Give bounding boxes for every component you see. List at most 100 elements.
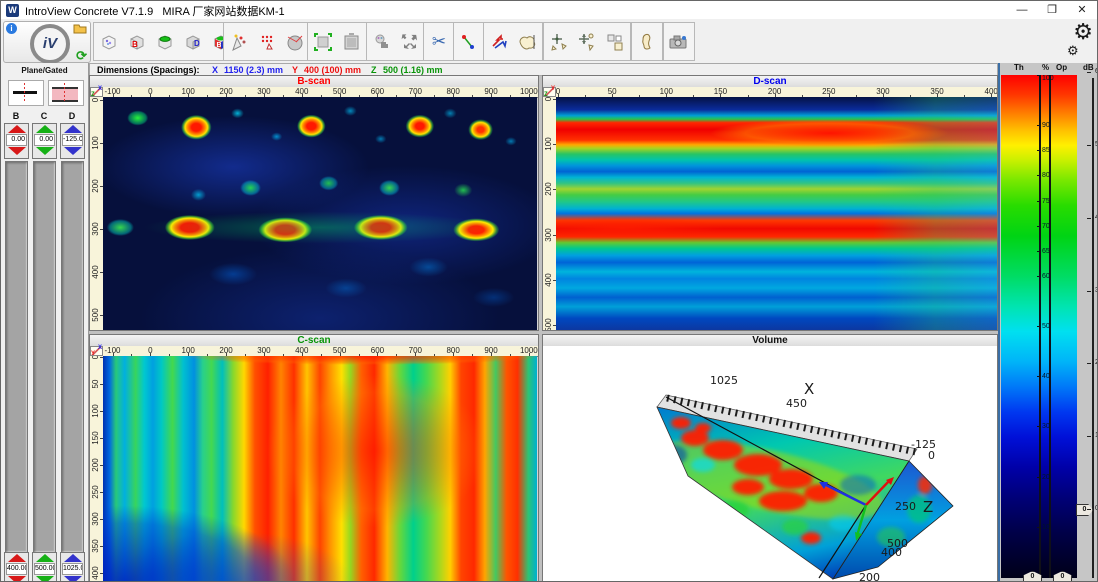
c-bottom-value[interactable]: 500.00 bbox=[34, 563, 55, 575]
c-top-value[interactable]: 0.00 bbox=[34, 134, 55, 146]
b-scan-cube-button[interactable]: B bbox=[123, 24, 151, 59]
point-cloud-button[interactable] bbox=[253, 24, 281, 59]
b-slider-track[interactable] bbox=[5, 161, 28, 553]
sphere-tool-button[interactable] bbox=[281, 24, 309, 59]
gated-slice-icon bbox=[52, 87, 78, 102]
sphere-tool-icon bbox=[285, 32, 305, 52]
plane-gated-panel: Plane/Gated B C D 0.00 400.00 bbox=[1, 63, 89, 582]
percent-tick-label: 50 bbox=[1042, 323, 1050, 331]
align-objects-icon bbox=[549, 32, 569, 52]
db-marker[interactable]: 0 bbox=[1076, 504, 1093, 516]
percent-tick-label: 60 bbox=[1042, 273, 1050, 281]
volume-y-max-label: 400 bbox=[881, 546, 902, 559]
toolbar-group-views: B D BD bbox=[93, 22, 237, 61]
fit-selection-icon bbox=[313, 32, 333, 52]
gated-mode-button[interactable] bbox=[48, 80, 84, 106]
dim-y-label: Y bbox=[292, 65, 298, 75]
render-options-button[interactable] bbox=[368, 24, 396, 59]
minimize-button[interactable]: — bbox=[1007, 1, 1037, 19]
dim-x-label: X bbox=[212, 65, 218, 75]
b-scan-cube-icon: B bbox=[127, 32, 147, 52]
c-scan-cube-button[interactable] bbox=[151, 24, 179, 59]
c-bottom-increase-button[interactable] bbox=[36, 554, 54, 562]
d-scan-axis-corner: Y Z bbox=[543, 87, 556, 97]
contour-shape-button[interactable] bbox=[513, 24, 541, 59]
color-scale-gradient[interactable]: 100908580757065605040302010 bbox=[1001, 75, 1077, 578]
snapshot-camera-button[interactable] bbox=[665, 24, 693, 59]
b-top-decrease-button[interactable] bbox=[8, 147, 26, 155]
toolbar-group-cut: ✂ bbox=[423, 22, 455, 61]
d-scan-cube-button[interactable]: D bbox=[179, 24, 207, 59]
toolbar-group-measure bbox=[453, 22, 485, 61]
percent-tick-label: 100 bbox=[1042, 75, 1054, 83]
settings-gears-button[interactable]: ⚙ ⚙ bbox=[1067, 21, 1095, 59]
info-button[interactable]: i bbox=[6, 23, 17, 34]
d-bottom-increase-button[interactable] bbox=[64, 554, 82, 562]
dim-z-value: 500 (1.16) mm bbox=[383, 65, 443, 75]
b-top-increase-button[interactable] bbox=[8, 125, 26, 133]
d-scan-heatmap[interactable] bbox=[556, 97, 997, 330]
pointer-markers-icon bbox=[229, 32, 249, 52]
volume-panel: Volume bbox=[542, 334, 998, 582]
title-bar: W IntroView Concrete V7.1.9 MIRA 厂家网站数据K… bbox=[1, 1, 1098, 20]
volume-z-mid-label: 250 bbox=[895, 500, 916, 513]
toolbar-group-arrange bbox=[543, 22, 631, 61]
reload-button[interactable]: ⟳ bbox=[76, 50, 87, 62]
scissors-icon: ✂ bbox=[432, 32, 446, 52]
scissors-cut-button[interactable]: ✂ bbox=[425, 24, 453, 59]
percent-tick-label: 10 bbox=[1042, 524, 1050, 532]
b-bottom-decrease-button[interactable] bbox=[8, 576, 26, 582]
toolbar-group-render bbox=[366, 22, 426, 61]
d-bottom-value[interactable]: 1025.00 bbox=[62, 563, 83, 575]
open-file-button[interactable] bbox=[73, 22, 87, 37]
b-scan-panel: B-scan X Z -1000100200300400500600700800… bbox=[89, 75, 539, 331]
opacity-column-label: Op bbox=[1056, 63, 1067, 72]
axis-tick-label: 500 bbox=[544, 314, 554, 330]
application-window: W IntroView Concrete V7.1.9 MIRA 厂家网站数据K… bbox=[0, 0, 1098, 582]
toolbar-group-markers bbox=[223, 22, 311, 61]
d-bottom-decrease-button[interactable] bbox=[64, 576, 82, 582]
move-objects-icon bbox=[577, 32, 597, 52]
c-scan-panel: C-scan X Y -1000100200300400500600700800… bbox=[89, 334, 539, 582]
plane-mode-button[interactable] bbox=[8, 80, 44, 106]
c-slider-track[interactable] bbox=[33, 161, 56, 553]
c-top-increase-button[interactable] bbox=[36, 125, 54, 133]
b-bottom-increase-button[interactable] bbox=[8, 554, 26, 562]
slider-column-c: 0.00 500.00 bbox=[32, 123, 57, 582]
percent-tick-label: 75 bbox=[1042, 198, 1050, 206]
expand-arrows-button[interactable] bbox=[396, 24, 424, 59]
dim-z-label: Z bbox=[371, 65, 377, 75]
align-objects-button[interactable] bbox=[545, 24, 573, 59]
toolbar-group-navigate bbox=[483, 22, 543, 61]
close-button[interactable]: ✕ bbox=[1067, 1, 1097, 19]
pointer-markers-button[interactable] bbox=[225, 24, 253, 59]
navigate-arrows-button[interactable] bbox=[485, 24, 513, 59]
b-top-value[interactable]: 0.00 bbox=[6, 134, 27, 146]
b-bottom-value[interactable]: 400.00 bbox=[6, 563, 27, 575]
volume-view-cube-icon bbox=[99, 32, 119, 52]
d-slider-track[interactable] bbox=[61, 161, 84, 553]
measure-vector-button[interactable] bbox=[455, 24, 483, 59]
fit-selection-button[interactable] bbox=[309, 24, 337, 59]
d-top-value[interactable]: -125.00 bbox=[62, 134, 83, 146]
c-scan-cube-icon bbox=[155, 32, 175, 52]
b-scan-heatmap[interactable] bbox=[103, 97, 537, 330]
c-bottom-decrease-button[interactable] bbox=[36, 576, 54, 582]
c-scan-heatmap[interactable] bbox=[103, 356, 537, 582]
d-scan-cube-icon: D bbox=[183, 32, 203, 52]
d-top-increase-button[interactable] bbox=[64, 125, 82, 133]
percent-tick-label: 85 bbox=[1042, 147, 1050, 155]
d-top-decrease-button[interactable] bbox=[64, 147, 82, 155]
panel-view-button[interactable] bbox=[337, 24, 365, 59]
percent-tick-label: 65 bbox=[1042, 248, 1050, 256]
percent-tick-label: 40 bbox=[1042, 373, 1050, 381]
arrange-boxes-button[interactable] bbox=[601, 24, 629, 59]
maximize-button[interactable]: ❐ bbox=[1037, 1, 1067, 19]
foot-switch-button[interactable] bbox=[633, 24, 661, 59]
volume-view-cube-button[interactable] bbox=[95, 24, 123, 59]
threshold-column-label: Th bbox=[1014, 63, 1024, 72]
move-objects-button[interactable] bbox=[573, 24, 601, 59]
c-top-decrease-button[interactable] bbox=[36, 147, 54, 155]
measure-vector-icon bbox=[459, 32, 479, 52]
volume-3d-view[interactable]: 1025 X 450 -125 0 250 Z 500 400 200 bbox=[543, 346, 997, 582]
